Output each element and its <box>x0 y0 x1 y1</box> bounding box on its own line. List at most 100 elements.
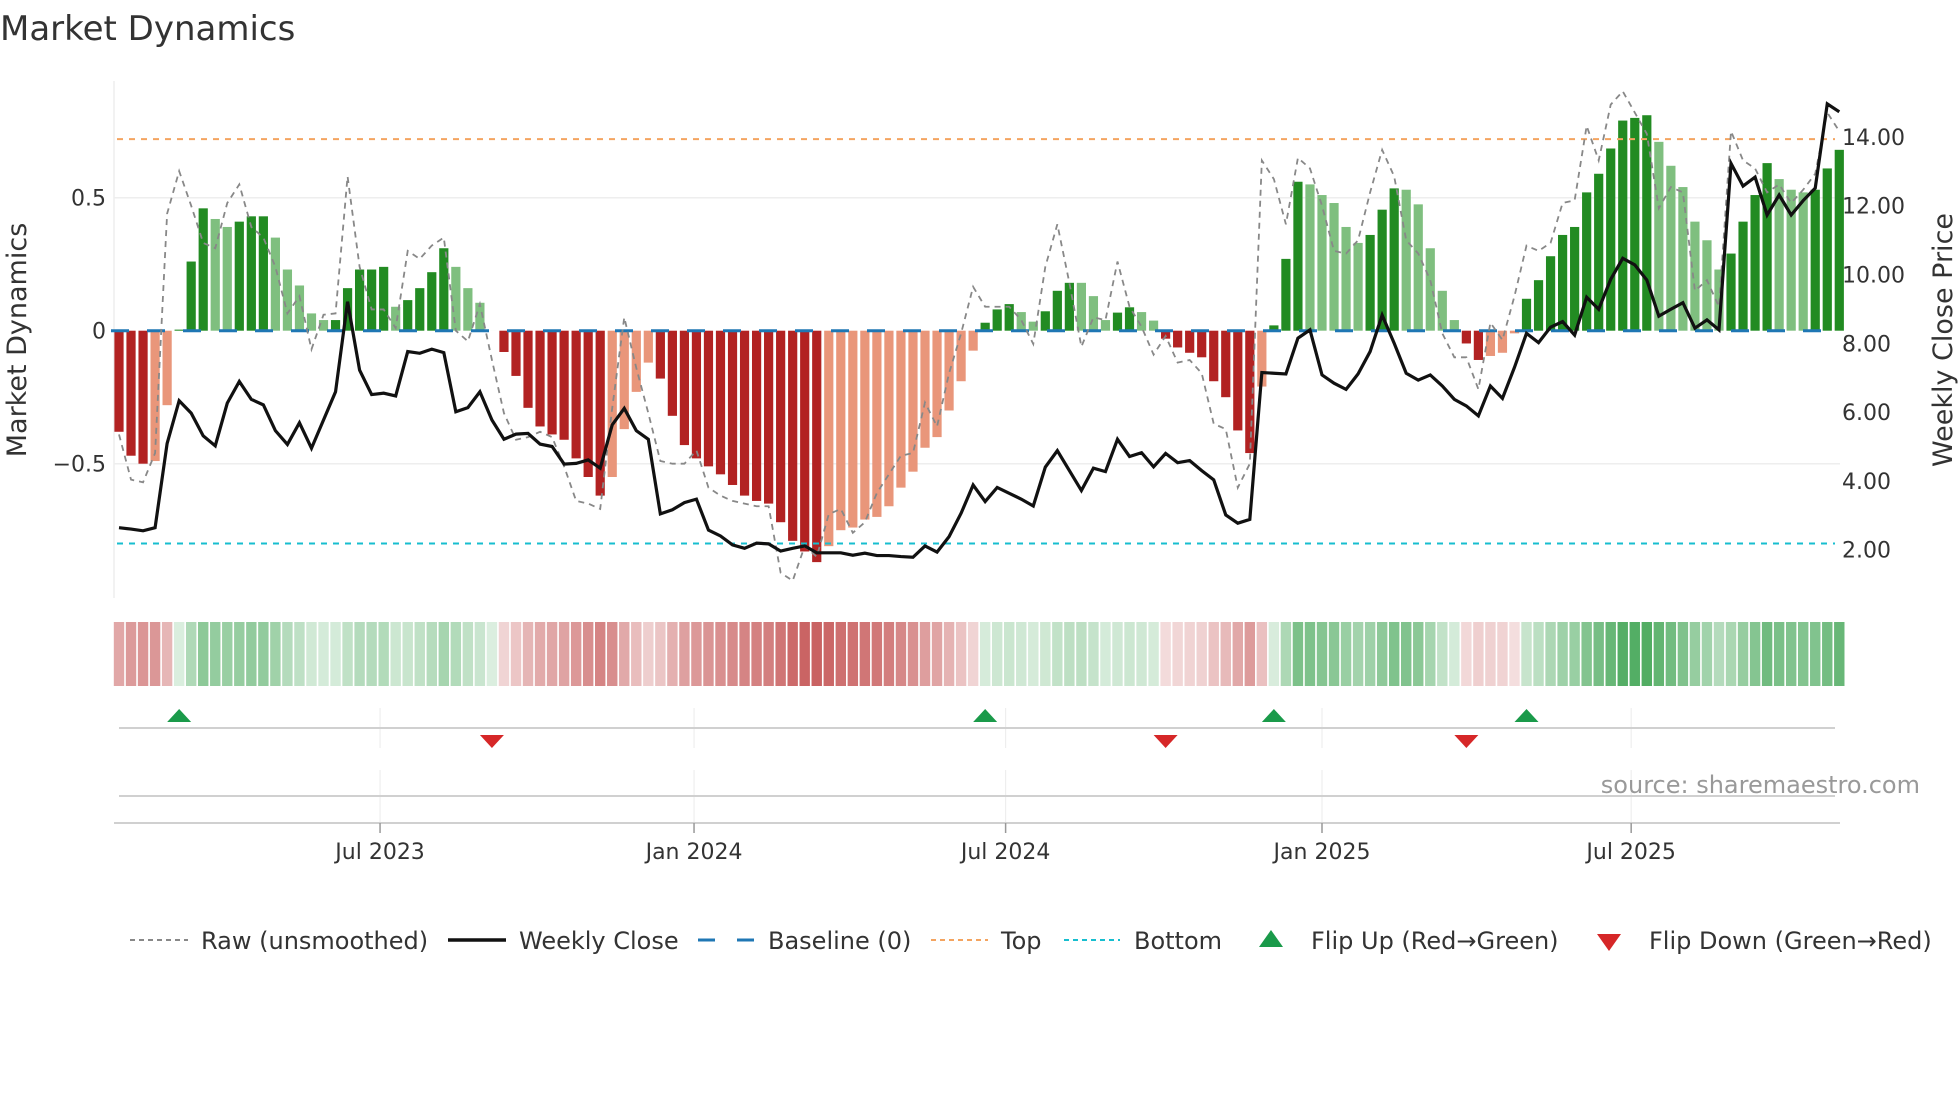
regime-cell <box>438 622 450 686</box>
regime-cell <box>1112 622 1123 686</box>
regime-cell <box>402 622 413 686</box>
regime-cell <box>967 622 979 686</box>
momentum-bar <box>1305 184 1315 331</box>
regime-cell <box>198 622 209 686</box>
regime-cell <box>1713 622 1725 686</box>
regime-cell <box>546 622 558 686</box>
regime-cell <box>210 622 221 686</box>
right-axis-ticks: 14.00 12.00 10.00 8.00 6.00 4.00 2.00 <box>1842 126 1905 564</box>
regime-cell <box>234 622 245 686</box>
regime-cell <box>1533 622 1544 686</box>
regime-cell <box>1737 622 1749 686</box>
regime-cell <box>1292 622 1304 686</box>
regime-cell <box>691 622 702 686</box>
momentum-bar <box>547 330 557 435</box>
momentum-bar <box>1521 298 1532 331</box>
momentum-bar <box>715 330 726 475</box>
momentum-bar <box>812 330 822 563</box>
regime-cell <box>1798 622 1809 686</box>
legend: Raw (unsmoothed) Weekly Close Baseline (… <box>130 927 1932 955</box>
momentum-bar <box>1209 330 1219 382</box>
momentum-bar <box>1233 330 1243 431</box>
momentum-bar <box>788 330 798 541</box>
momentum-bar <box>439 248 449 331</box>
regime-cell <box>1220 622 1231 686</box>
chart-title: Market Dynamics <box>0 9 295 49</box>
x-tick-label: Jan 2025 <box>1272 840 1371 865</box>
momentum-bar <box>1545 256 1556 331</box>
regime-cell <box>703 622 714 686</box>
momentum-bar <box>836 330 846 531</box>
regime-cell <box>1196 622 1207 686</box>
regime-cell <box>1256 622 1268 686</box>
regime-cell <box>799 622 810 686</box>
regime-cell <box>1124 622 1135 686</box>
regime-cell <box>1076 622 1087 686</box>
regime-cell <box>1449 622 1460 686</box>
momentum-bar <box>571 330 581 459</box>
momentum-bar <box>1221 330 1231 398</box>
regime-cell <box>1340 622 1352 686</box>
momentum-bar <box>1461 330 1471 344</box>
x-tick-label: Jan 2024 <box>644 840 743 865</box>
regime-cell <box>1497 622 1508 686</box>
momentum-bar <box>1570 226 1580 331</box>
regime-cell <box>294 622 305 686</box>
momentum-bar <box>1473 330 1483 360</box>
legend-flip-down-icon <box>1597 934 1621 951</box>
flip-panel <box>119 708 1835 823</box>
momentum-bar <box>1341 226 1351 331</box>
momentum-bar <box>908 330 918 472</box>
momentum-bar <box>607 330 617 477</box>
momentum-bar <box>583 330 593 477</box>
regime-cell <box>991 622 1003 686</box>
momentum-bar <box>1389 188 1399 331</box>
regime-cell <box>919 622 931 686</box>
regime-cell <box>1581 622 1592 686</box>
momentum-bar <box>1401 189 1411 331</box>
momentum-bar <box>403 300 413 331</box>
regime-cell <box>643 622 654 686</box>
momentum-bar <box>1100 320 1111 331</box>
x-axis: Jul 2023 Jan 2024 Jul 2024 Jan 2025 Jul 2025 <box>114 822 1840 865</box>
regime-cell <box>1401 622 1412 686</box>
momentum-bar <box>114 330 124 432</box>
flip-down-marker <box>1454 735 1479 748</box>
momentum-bar <box>667 330 677 416</box>
momentum-bar <box>162 330 172 406</box>
regime-cell <box>474 622 486 686</box>
regime-cell <box>486 622 498 686</box>
momentum-bar <box>703 330 714 467</box>
momentum-bar <box>330 320 341 331</box>
regime-cell <box>1172 622 1183 686</box>
momentum-bar <box>751 330 762 501</box>
regime-cell <box>1268 622 1280 686</box>
y2-tick-label: 14.00 <box>1842 126 1905 151</box>
regime-cell <box>1725 622 1737 686</box>
regime-cell <box>667 622 678 686</box>
regime-cell <box>1232 622 1243 686</box>
momentum-bar <box>1173 330 1183 348</box>
y-tick-label: 0 <box>92 320 106 345</box>
legend-flip-up-label: Flip Up (Red→Green) <box>1311 927 1559 955</box>
regime-cell <box>342 622 353 686</box>
regime-cell <box>1280 622 1292 686</box>
momentum-bar <box>1618 120 1628 331</box>
momentum-bar <box>1762 163 1772 331</box>
regime-cell <box>161 622 173 686</box>
momentum-bar <box>739 330 750 496</box>
y2-tick-label: 2.00 <box>1842 539 1891 564</box>
momentum-bar <box>655 330 665 379</box>
regime-cell <box>931 622 943 686</box>
regime-cell <box>1749 622 1761 686</box>
momentum-bar <box>1798 192 1808 331</box>
momentum-bar <box>848 330 858 528</box>
momentum-bar <box>1533 280 1544 331</box>
regime-cell <box>679 622 690 686</box>
regime-cell <box>1509 622 1520 686</box>
legend-raw-label: Raw (unsmoothed) <box>201 927 428 955</box>
momentum-bar <box>920 330 930 448</box>
y2-tick-label: 12.00 <box>1842 195 1905 220</box>
legend-flip-up-icon <box>1259 930 1283 947</box>
regime-cell <box>1052 622 1063 686</box>
